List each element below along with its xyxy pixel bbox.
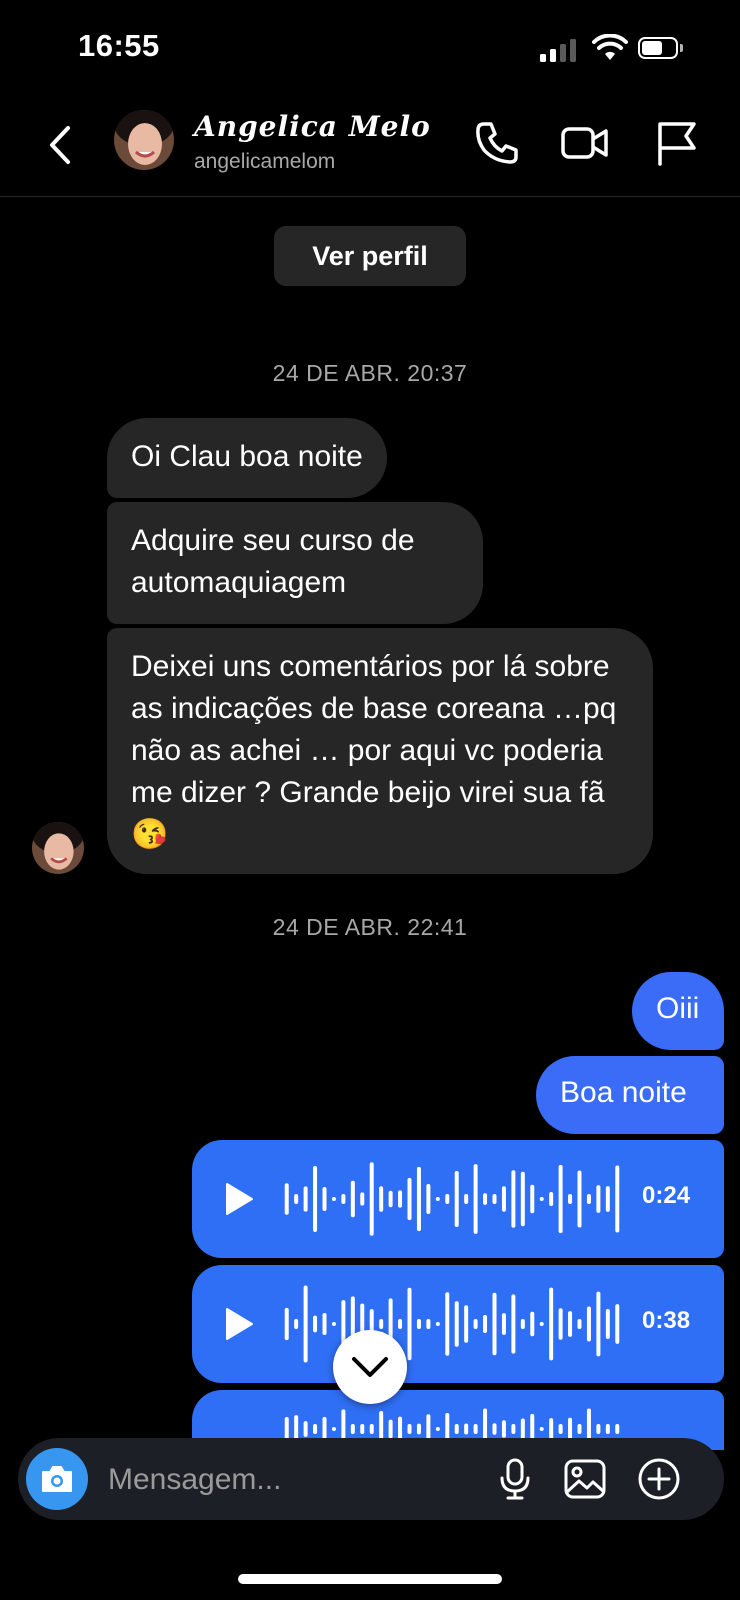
chat-header: Angelica Melo angelicamelom [0, 96, 740, 197]
flag-icon[interactable] [652, 118, 702, 168]
message-composer [18, 1438, 724, 1520]
back-icon[interactable] [42, 120, 78, 170]
audio-duration: 0:38 [642, 1307, 691, 1334]
phone-icon[interactable] [472, 118, 522, 168]
contact-name[interactable]: Angelica Melo [194, 110, 431, 143]
scroll-to-bottom-button[interactable] [333, 1330, 407, 1404]
voice-message[interactable]: 0:38 [192, 1265, 724, 1383]
play-icon[interactable] [224, 1182, 254, 1216]
wifi-icon [592, 34, 628, 60]
audio-duration: 0:24 [642, 1182, 691, 1209]
cellular-signal-icon [540, 38, 578, 62]
voice-message[interactable]: 0:24 [192, 1140, 724, 1258]
contact-username[interactable]: angelicamelom [194, 150, 335, 174]
mic-icon[interactable] [492, 1456, 538, 1502]
incoming-message[interactable]: Oi Clau boa noite [107, 418, 387, 498]
avatar[interactable] [114, 110, 174, 170]
incoming-message[interactable]: Deixei uns comentários por lá sobre as i… [107, 628, 653, 874]
waveform [284, 1162, 620, 1236]
view-profile-button[interactable]: Ver perfil [274, 226, 466, 286]
gallery-icon[interactable] [562, 1456, 608, 1502]
sender-avatar[interactable] [32, 822, 84, 874]
battery-icon [638, 37, 684, 61]
outgoing-message[interactable]: Boa noite [536, 1056, 724, 1134]
plus-icon[interactable] [636, 1456, 682, 1502]
timestamp: 24 DE ABR. 22:41 [272, 914, 468, 940]
status-time: 16:55 [78, 28, 160, 63]
camera-button[interactable] [26, 1448, 88, 1510]
play-icon[interactable] [224, 1307, 254, 1341]
home-indicator[interactable] [238, 1574, 502, 1584]
video-icon[interactable] [560, 118, 610, 168]
incoming-message[interactable]: Adquire seu curso de automaquiagem [107, 502, 483, 624]
message-input[interactable] [106, 1452, 490, 1508]
chevron-down-icon [352, 1357, 388, 1377]
waveform [284, 1285, 620, 1363]
timestamp: 24 DE ABR. 20:37 [272, 360, 468, 386]
outgoing-message[interactable]: Oiii [632, 972, 724, 1050]
camera-icon [42, 1466, 72, 1492]
